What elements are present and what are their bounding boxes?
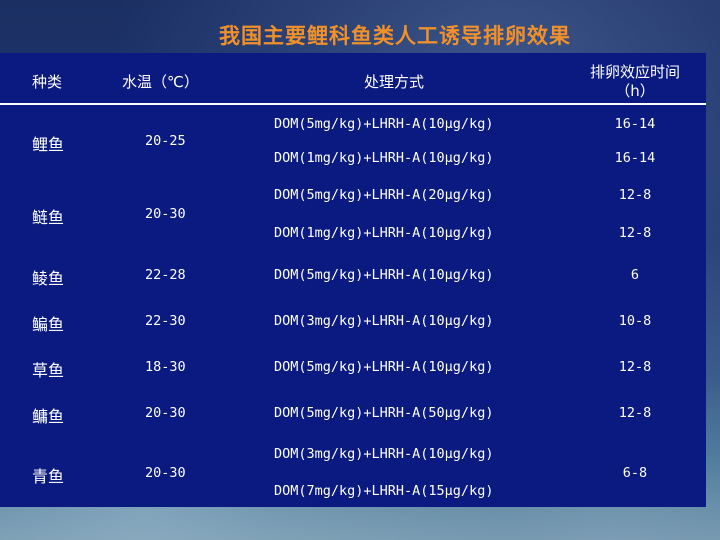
species-bream: 鳊鱼 [32,315,65,334]
time-carp-2: 16-14 [614,150,656,166]
header-time-line1: 排卵效应时间 [589,63,680,81]
temp-grass-carp: 18-30 [145,359,186,375]
temp-black-carp: 20-30 [145,465,186,481]
species-bighead-carp: 鳙鱼 [32,407,65,426]
method-bream: DOM(3mg/kg)+LHRH-A(10μg/kg) [274,313,494,329]
time-grass-carp: 12-8 [618,359,652,375]
temp-silver-carp: 20-30 [145,206,186,222]
temp-bighead-carp: 20-30 [145,405,186,421]
time-black-carp: 6-8 [622,465,648,481]
time-silver-carp-1: 12-8 [618,187,652,203]
time-silver-carp-2: 12-8 [618,225,652,241]
method-carp-2: DOM(1mg/kg)+LHRH-A(10μg/kg) [274,150,494,166]
method-black-carp-1: DOM(3mg/kg)+LHRH-A(10μg/kg) [274,446,494,462]
header-divider [0,103,706,105]
temp-mud-carp: 22-28 [145,267,186,283]
slide-title: 我国主要鲤科鱼类人工诱导排卵效果 [219,23,571,48]
species-black-carp: 青鱼 [32,467,65,486]
method-bighead-carp: DOM(5mg/kg)+LHRH-A(50μg/kg) [274,405,494,421]
temp-carp: 20-25 [145,133,186,149]
time-carp-1: 16-14 [614,116,656,132]
time-bighead-carp: 12-8 [618,405,652,421]
temp-bream: 22-30 [145,313,186,329]
species-mud-carp: 鲮鱼 [32,269,65,288]
time-mud-carp: 6 [630,267,640,283]
method-grass-carp: DOM(5mg/kg)+LHRH-A(10μg/kg) [274,359,494,375]
method-black-carp-2: DOM(7mg/kg)+LHRH-A(15μg/kg) [274,483,494,499]
time-bream: 10-8 [618,313,652,329]
method-mud-carp: DOM(5mg/kg)+LHRH-A(10μg/kg) [274,267,494,283]
method-silver-carp-2: DOM(1mg/kg)+LHRH-A(10μg/kg) [274,225,494,241]
method-silver-carp-1: DOM(5mg/kg)+LHRH-A(20μg/kg) [274,187,494,203]
species-carp: 鲤鱼 [32,135,65,154]
species-silver-carp: 鲢鱼 [32,208,65,227]
method-carp-1: DOM(5mg/kg)+LHRH-A(10μg/kg) [274,116,494,132]
species-grass-carp: 草鱼 [32,361,65,380]
header-water-temp: 水温（℃） [122,73,199,91]
header-species: 种类 [32,73,63,91]
header-method: 处理方式 [364,73,425,91]
header-time-line2: （h） [615,82,655,100]
